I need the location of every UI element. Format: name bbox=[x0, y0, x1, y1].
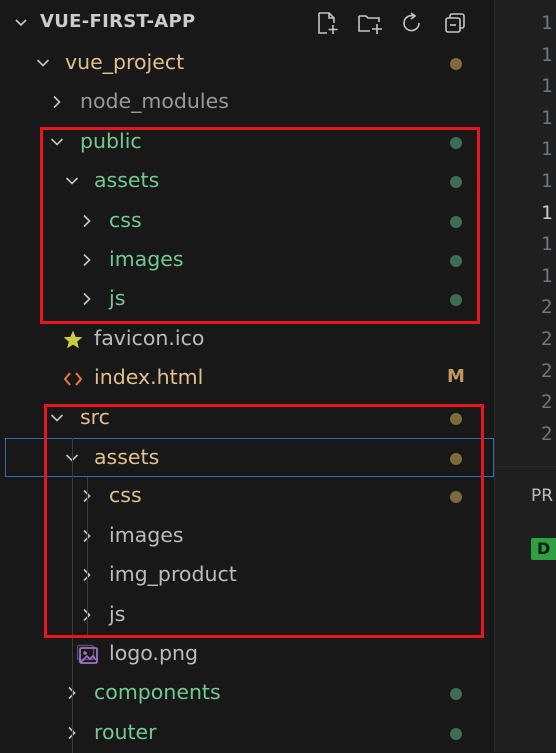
git-untracked-dot bbox=[450, 727, 462, 740]
highlight-box-public bbox=[40, 127, 480, 324]
panel-badge: D bbox=[531, 538, 556, 560]
line-number: 1 bbox=[541, 106, 553, 129]
html-code-icon bbox=[63, 372, 83, 386]
tree-item-label: router bbox=[94, 719, 157, 744]
line-number: 2 bbox=[541, 422, 553, 445]
highlight-box-src bbox=[44, 404, 484, 638]
tree-item-label: favicon.ico bbox=[94, 325, 205, 350]
tree-file-favicon-ico[interactable]: favicon.ico bbox=[0, 320, 494, 359]
line-number: 1 bbox=[541, 201, 553, 224]
line-number: 2 bbox=[541, 328, 553, 350]
tree-folder-components[interactable]: components bbox=[0, 674, 494, 713]
refresh-icon[interactable] bbox=[399, 10, 425, 36]
line-number: 2 bbox=[541, 296, 553, 319]
tree-item-label: logo.png bbox=[109, 641, 198, 665]
explorer-sidebar: VUE-FIRST-APP vue_project node_modules pub… bbox=[0, 0, 494, 753]
line-number: 2 bbox=[541, 391, 553, 414]
workspace-title: VUE-FIRST-APP bbox=[40, 11, 196, 32]
new-folder-icon[interactable] bbox=[356, 10, 384, 36]
tree-item-label: vue_project bbox=[65, 50, 185, 74]
tree-item-label: node_modules bbox=[80, 89, 229, 114]
panel-badge-label: D bbox=[537, 539, 551, 558]
new-file-icon[interactable] bbox=[314, 10, 340, 36]
line-number: 1 bbox=[541, 138, 553, 161]
editor-area: 1 1 1 1 1 1 1 1 1 2 2 2 2 2 PR D bbox=[495, 0, 556, 752]
line-number: 1 bbox=[541, 12, 553, 34]
git-untracked-dot bbox=[450, 688, 462, 701]
star-icon bbox=[63, 330, 83, 349]
panel-divider bbox=[495, 466, 556, 467]
line-number: 2 bbox=[541, 359, 553, 382]
chevron-right-icon[interactable] bbox=[50, 95, 64, 109]
tree-folder-router[interactable]: router bbox=[0, 714, 494, 753]
chevron-down-icon[interactable] bbox=[13, 15, 29, 31]
line-number: 1 bbox=[541, 264, 553, 287]
line-number: 1 bbox=[541, 75, 553, 98]
tree-file-index-html[interactable]: index.html M bbox=[0, 359, 494, 398]
collapse-all-icon[interactable] bbox=[442, 10, 468, 36]
git-modified-badge: M bbox=[447, 366, 465, 388]
explorer-header[interactable]: VUE-FIRST-APP bbox=[0, 0, 494, 46]
chevron-down-icon[interactable] bbox=[36, 56, 50, 70]
tree-folder-node-modules[interactable]: node_modules bbox=[0, 83, 494, 122]
git-modified-dot bbox=[450, 58, 462, 70]
tree-item-label: components bbox=[94, 680, 221, 705]
tree-item-label: index.html bbox=[94, 365, 204, 390]
tree-folder-vue-project[interactable]: vue_project bbox=[0, 44, 494, 83]
line-number: 1 bbox=[541, 43, 553, 66]
line-number: 1 bbox=[541, 170, 553, 192]
line-number: 1 bbox=[541, 233, 553, 256]
panel-tab-label[interactable]: PR bbox=[531, 486, 553, 506]
tree-file-logo-png[interactable]: logo.png bbox=[0, 635, 494, 674]
image-file-icon bbox=[77, 644, 98, 664]
